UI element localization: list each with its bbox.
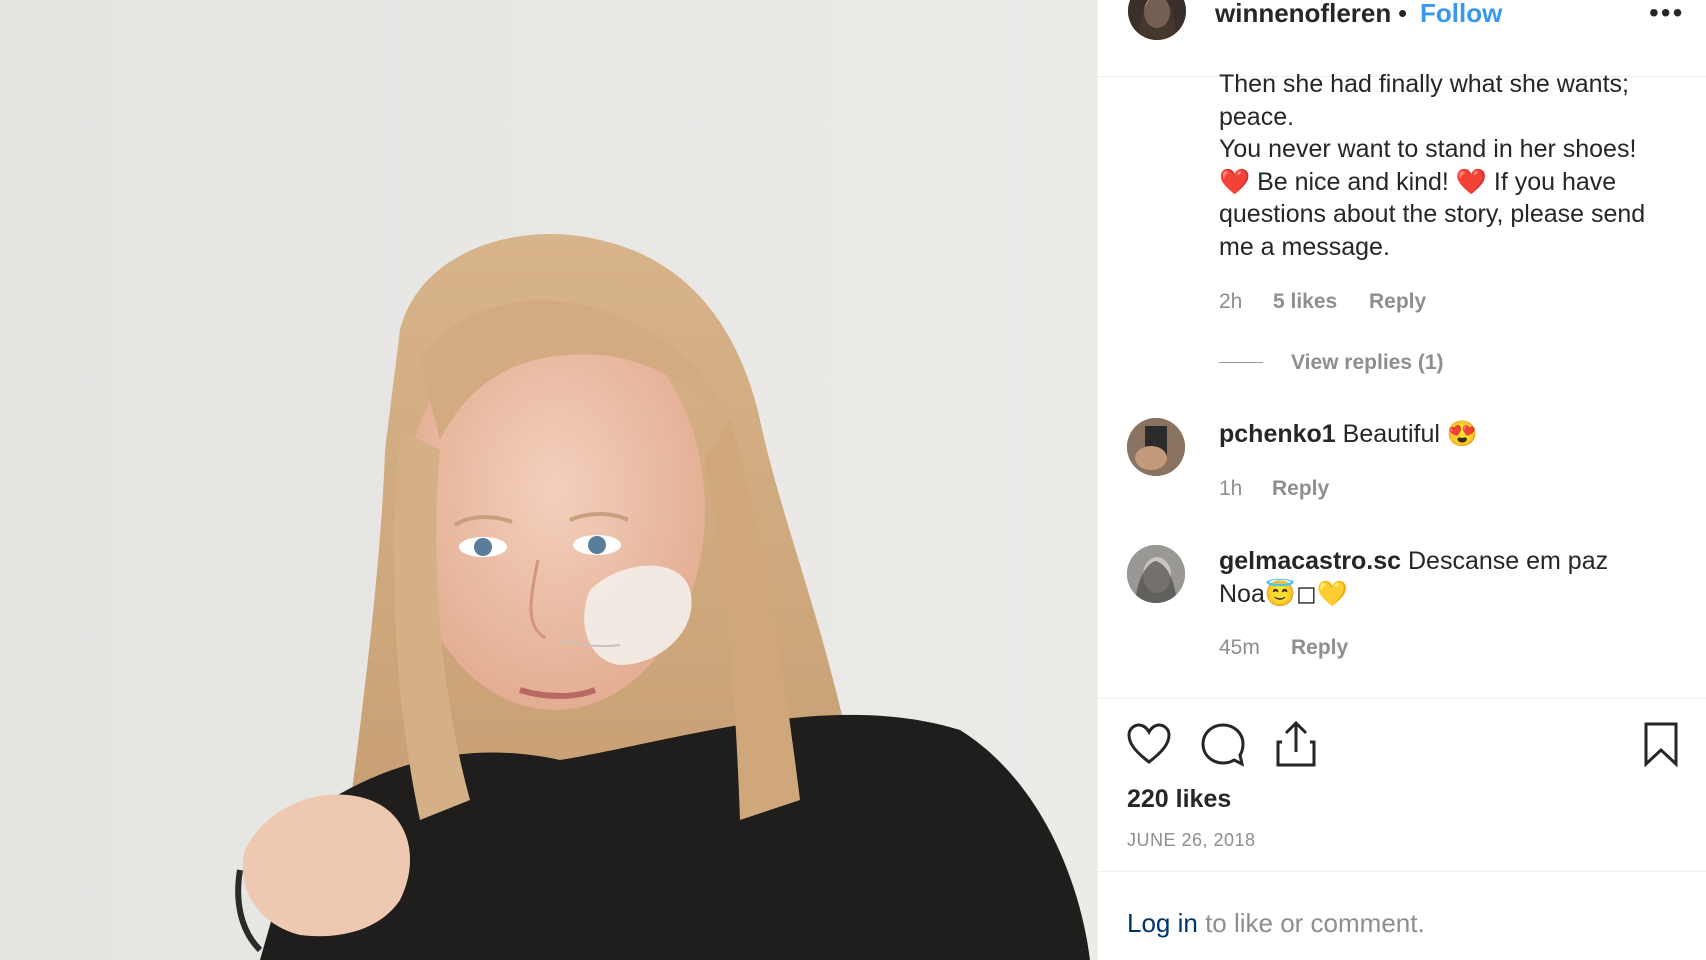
comment-line: You never want to stand in her shoes! <box>1219 135 1637 163</box>
comment-icon[interactable] <box>1200 722 1246 768</box>
likes-count[interactable]: 220 likes <box>1127 785 1231 814</box>
commenter-username[interactable]: pchenko1 <box>1219 420 1336 448</box>
comment-time: 1h <box>1219 477 1243 500</box>
comment-line: questions about the story, please send <box>1219 200 1646 228</box>
author-username[interactable]: winnenofleren <box>1215 0 1391 26</box>
comment-likes[interactable]: 5 likes <box>1273 290 1337 314</box>
heart-icon[interactable] <box>1126 722 1172 766</box>
reply-button[interactable]: Reply <box>1369 290 1426 314</box>
reply-button[interactable]: Reply <box>1291 636 1348 660</box>
comment-line: ❤️ Be nice and kind! ❤️ If you have <box>1219 167 1617 196</box>
comment-body: pchenko1 Beautiful 😍 <box>1219 418 1679 451</box>
author-avatar[interactable] <box>1128 0 1186 40</box>
bookmark-icon[interactable] <box>1642 720 1680 768</box>
comment-time: 45m <box>1219 636 1260 659</box>
comment-time: 2h <box>1219 290 1243 313</box>
login-divider <box>1098 871 1706 872</box>
post-photo <box>0 0 1097 960</box>
comment-body: Then she had finally what she wants; pea… <box>1219 68 1679 263</box>
login-prompt: Log in to like or comment. <box>1127 908 1425 939</box>
replies-divider <box>1219 362 1263 363</box>
comment-line: peace. <box>1219 102 1295 131</box>
separator-dot: • <box>1398 0 1408 28</box>
login-prompt-text: to like or comment. <box>1197 908 1425 938</box>
post-header: winnenofleren • Follow ••• <box>1098 0 1706 77</box>
commenter-avatar[interactable] <box>1127 545 1185 603</box>
action-bar-divider <box>1098 698 1706 699</box>
comment-line: Then she had finally what she wants; <box>1219 70 1629 98</box>
comment-line: me a message. <box>1219 232 1390 261</box>
commenter-username[interactable]: gelmacastro.sc <box>1219 547 1401 575</box>
more-options-icon[interactable]: ••• <box>1649 0 1684 27</box>
comment-text-continued: Noa😇◻💛 <box>1219 579 1348 608</box>
comment-text: Descanse em paz <box>1408 547 1609 575</box>
post-date: JUNE 26, 2018 <box>1127 830 1256 850</box>
comment-text: Beautiful 😍 <box>1342 420 1479 448</box>
follow-button[interactable]: Follow <box>1420 0 1502 26</box>
comments-panel: winnenofleren • Follow ••• Then she had … <box>1097 0 1706 960</box>
view-replies-button[interactable]: View replies (1) <box>1291 351 1444 375</box>
commenter-avatar[interactable] <box>1127 418 1185 476</box>
comment-body: gelmacastro.sc Descanse em paz Noa😇◻💛 <box>1219 545 1679 610</box>
share-icon[interactable] <box>1274 720 1318 768</box>
login-link[interactable]: Log in <box>1127 908 1198 938</box>
reply-button[interactable]: Reply <box>1272 477 1329 501</box>
